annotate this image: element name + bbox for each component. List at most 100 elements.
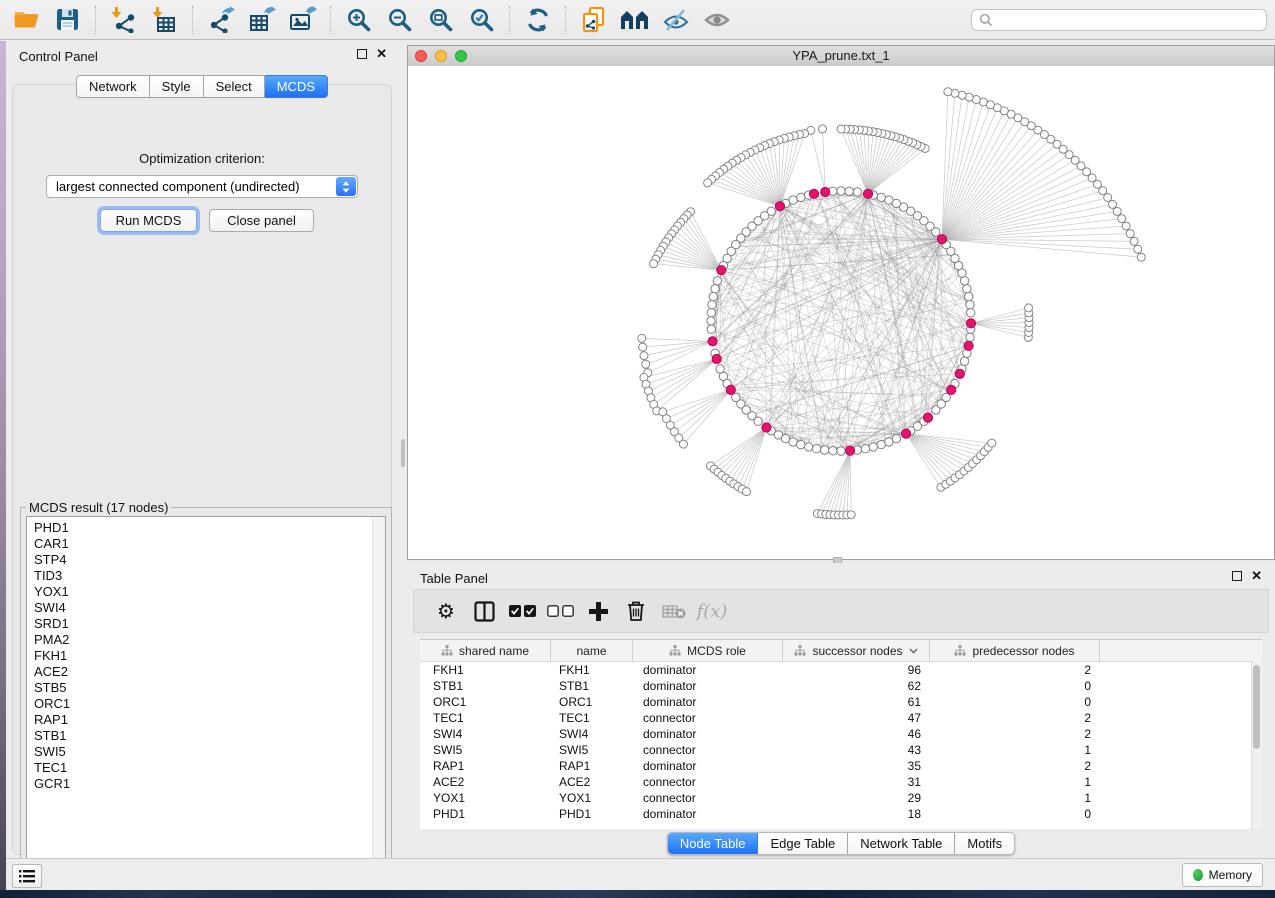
table-cell: ORC1 [420, 694, 551, 710]
table-row[interactable]: FKH1FKH1dominator962 [420, 662, 1262, 678]
add-column-button[interactable] [579, 593, 617, 629]
float-panel-icon[interactable] [357, 49, 367, 59]
show-columns-button[interactable] [465, 593, 503, 629]
table-row[interactable]: SWI4SWI4dominator462 [420, 726, 1262, 742]
mcds-result-item[interactable]: GCR1 [34, 776, 385, 792]
mcds-result-item[interactable]: TEC1 [34, 760, 385, 776]
network-canvas[interactable] [408, 66, 1274, 559]
table-cell: dominator [633, 678, 783, 694]
control-tabs: NetworkStyleSelectMCDS [76, 75, 328, 98]
search-input[interactable] [993, 13, 1266, 28]
scrollbar-thumb[interactable] [1253, 665, 1260, 749]
mcds-result-item[interactable]: STB5 [34, 680, 385, 696]
table-row[interactable]: TEC1TEC1connector472 [420, 710, 1262, 726]
mcds-result-item[interactable]: SWI5 [34, 744, 385, 760]
zoom-in-button[interactable] [338, 3, 379, 37]
zoom-selected-button[interactable] [461, 3, 502, 37]
trash-icon [626, 600, 646, 622]
optimization-criterion-select[interactable]: largest connected component (undirected) [46, 175, 358, 198]
import-table-button[interactable] [144, 3, 185, 37]
mcds-result-item[interactable]: ACE2 [34, 664, 385, 680]
open-file-button[interactable] [6, 3, 47, 37]
table-panel-titlebar: Table Panel [407, 563, 1275, 589]
table-cell: dominator [633, 758, 783, 774]
clone-network-button[interactable] [573, 3, 614, 37]
mcds-list-scrollbar[interactable] [372, 517, 385, 867]
mcds-result-item[interactable]: TID3 [34, 568, 385, 584]
apply-function-button[interactable]: f(x) [693, 593, 731, 629]
table-row[interactable]: RAP1RAP1dominator352 [420, 758, 1262, 774]
table-toolbar: ⚙ f(x) [413, 589, 1269, 633]
splitter-grip[interactable] [401, 439, 405, 467]
column-header-shared-name[interactable]: shared name [420, 640, 551, 661]
table-row[interactable]: STB1STB1dominator620 [420, 678, 1262, 694]
tab-style[interactable]: Style [150, 75, 204, 98]
mcds-result-item[interactable]: FKH1 [34, 648, 385, 664]
float-panel-icon[interactable] [1232, 571, 1242, 581]
table-row[interactable]: ORC1ORC1dominator610 [420, 694, 1262, 710]
show-all-button[interactable] [696, 3, 737, 37]
memory-button[interactable]: Memory [1182, 863, 1263, 887]
mcds-result-item[interactable]: SRD1 [34, 616, 385, 632]
table-cell: SWI5 [551, 742, 633, 758]
tab-mcds[interactable]: MCDS [265, 75, 328, 98]
tab-node-table[interactable]: Node Table [668, 833, 759, 854]
delete-column-button[interactable] [617, 593, 655, 629]
sort-chevron-icon [909, 648, 918, 654]
table-settings-button[interactable]: ⚙ [427, 593, 465, 629]
mcds-result-item[interactable]: CAR1 [34, 536, 385, 552]
mcds-result-item[interactable]: PMA2 [34, 632, 385, 648]
network-title-bar[interactable]: YPA_prune.txt_1 [408, 46, 1274, 67]
mcds-result-item[interactable]: STP4 [34, 552, 385, 568]
hide-selected-button[interactable] [655, 3, 696, 37]
first-neighbors-button[interactable] [614, 3, 655, 37]
table-cell: SWI4 [551, 726, 633, 742]
tab-select[interactable]: Select [204, 75, 265, 98]
column-header-predecessor-nodes[interactable]: predecessor nodes [930, 640, 1100, 661]
tab-network[interactable]: Network [76, 75, 150, 98]
mcds-result-item[interactable]: SWI4 [34, 600, 385, 616]
task-history-button[interactable] [12, 864, 42, 888]
delete-table-icon [662, 604, 686, 619]
vertical-splitter[interactable] [400, 41, 407, 858]
mcds-result-item[interactable]: PHD1 [34, 520, 385, 536]
cytoscape-window: Control Panel NetworkStyleSelectMCDS Opt… [0, 0, 1275, 898]
mcds-result-item[interactable]: ORC1 [34, 696, 385, 712]
maximize-window-icon[interactable] [455, 50, 467, 62]
minimize-window-icon[interactable] [435, 50, 447, 62]
table-row[interactable]: ACE2ACE2connector311 [420, 774, 1262, 790]
deselect-all-icon [547, 605, 574, 617]
export-image-button[interactable] [282, 3, 323, 37]
column-header-name[interactable]: name [551, 640, 633, 661]
close-window-icon[interactable] [415, 50, 427, 62]
select-all-button[interactable] [503, 593, 541, 629]
refresh-layout-button[interactable] [517, 3, 558, 37]
close-panel-button[interactable]: Close panel [209, 209, 314, 232]
tab-network-table[interactable]: Network Table [848, 833, 955, 854]
table-cell: FKH1 [551, 662, 633, 678]
zoom-fit-button[interactable] [420, 3, 461, 37]
table-scrollbar[interactable] [1251, 661, 1262, 829]
close-panel-icon[interactable] [1251, 571, 1262, 581]
table-row[interactable]: YOX1YOX1connector291 [420, 790, 1262, 806]
deselect-all-button[interactable] [541, 593, 579, 629]
zoom-out-button[interactable] [379, 3, 420, 37]
column-header-mcds-role[interactable]: MCDS role [633, 640, 783, 661]
delete-table-button[interactable] [655, 593, 693, 629]
save-session-button[interactable] [47, 3, 88, 37]
run-mcds-button[interactable]: Run MCDS [100, 209, 197, 232]
export-table-button[interactable] [241, 3, 282, 37]
columns-icon [474, 601, 495, 622]
column-header-successor-nodes[interactable]: successor nodes [783, 640, 930, 661]
tab-motifs[interactable]: Motifs [955, 833, 1014, 854]
mcds-result-item[interactable]: RAP1 [34, 712, 385, 728]
import-network-button[interactable] [103, 3, 144, 37]
mcds-result-item[interactable]: STB1 [34, 728, 385, 744]
tab-edge-table[interactable]: Edge Table [758, 833, 848, 854]
table-row[interactable]: SWI5SWI5connector431 [420, 742, 1262, 758]
close-panel-icon[interactable] [376, 49, 387, 59]
mcds-result-item[interactable]: YOX1 [34, 584, 385, 600]
table-cell: 96 [783, 662, 930, 678]
table-row[interactable]: PHD1PHD1dominator180 [420, 806, 1262, 822]
export-network-button[interactable] [200, 3, 241, 37]
